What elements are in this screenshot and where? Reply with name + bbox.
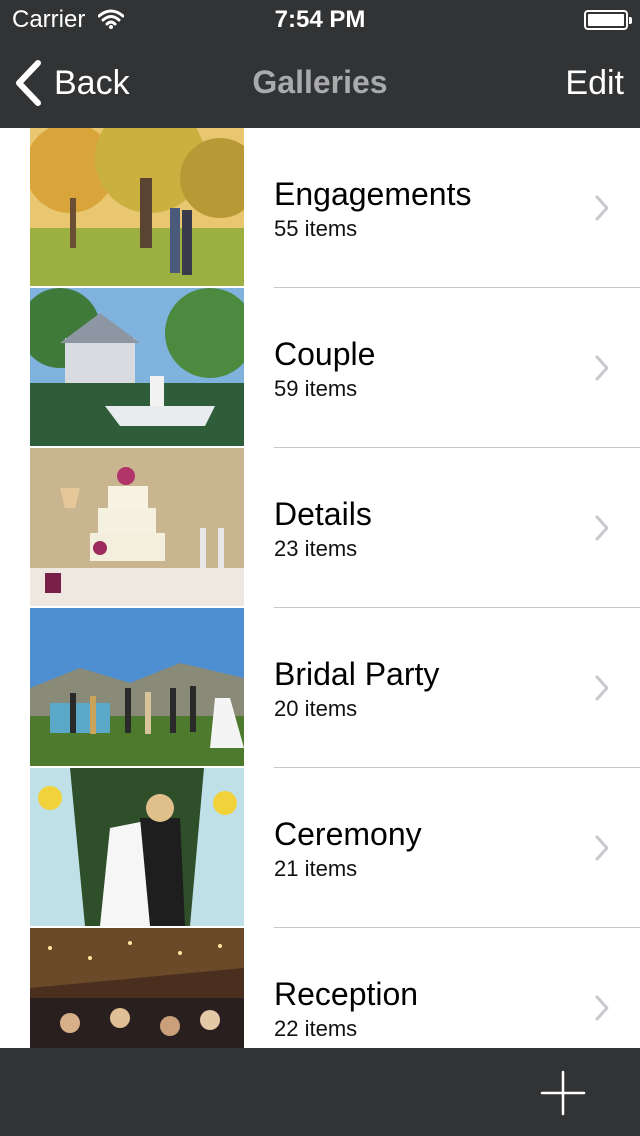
gallery-count: 21 items bbox=[274, 856, 358, 881]
gallery-title: Engagements bbox=[274, 176, 472, 212]
thumbnail-engagements bbox=[30, 128, 244, 286]
gallery-row-engagements[interactable]: Engagements 55 items bbox=[0, 128, 640, 288]
gallery-row-couple[interactable]: Couple 59 items bbox=[0, 288, 640, 448]
gallery-count: 55 items bbox=[274, 216, 358, 241]
thumbnail-bridal-party bbox=[30, 608, 244, 766]
gallery-list[interactable]: Engagements 55 items Couple 59 items Det… bbox=[0, 128, 640, 1048]
thumbnail-reception bbox=[30, 928, 244, 1048]
gallery-count: 59 items bbox=[274, 376, 358, 401]
battery-icon bbox=[584, 10, 632, 30]
edit-button[interactable]: Edit bbox=[565, 64, 624, 103]
gallery-count: 20 items bbox=[274, 696, 358, 721]
chevron-right-icon bbox=[595, 995, 609, 1021]
thumbnail-couple bbox=[30, 288, 244, 446]
gallery-title: Bridal Party bbox=[274, 656, 440, 692]
gallery-row-reception[interactable]: Reception 22 items bbox=[0, 928, 640, 1048]
bottom-toolbar bbox=[0, 1048, 640, 1136]
gallery-title: Couple bbox=[274, 336, 376, 372]
navigation-bar: Back Galleries Edit bbox=[0, 40, 640, 128]
chevron-right-icon bbox=[595, 835, 609, 861]
gallery-row-ceremony[interactable]: Ceremony 21 items bbox=[0, 768, 640, 928]
page-title: Galleries bbox=[252, 64, 388, 100]
gallery-row-bridal-party[interactable]: Bridal Party 20 items bbox=[0, 608, 640, 768]
plus-icon[interactable] bbox=[540, 1070, 586, 1116]
gallery-count: 22 items bbox=[274, 1016, 358, 1041]
chevron-right-icon bbox=[595, 355, 609, 381]
clock: 7:54 PM bbox=[274, 6, 366, 33]
chevron-right-icon bbox=[595, 515, 609, 541]
thumbnail-details bbox=[30, 448, 244, 606]
gallery-title: Ceremony bbox=[274, 816, 422, 852]
gallery-count: 23 items bbox=[274, 536, 358, 561]
gallery-title: Reception bbox=[274, 976, 419, 1012]
status-bar: Carrier 7:54 PM bbox=[0, 0, 640, 40]
thumbnail-ceremony bbox=[30, 768, 244, 926]
gallery-title: Details bbox=[274, 496, 372, 532]
chevron-right-icon bbox=[595, 195, 609, 221]
gallery-row-details[interactable]: Details 23 items bbox=[0, 448, 640, 608]
chevron-right-icon bbox=[595, 675, 609, 701]
